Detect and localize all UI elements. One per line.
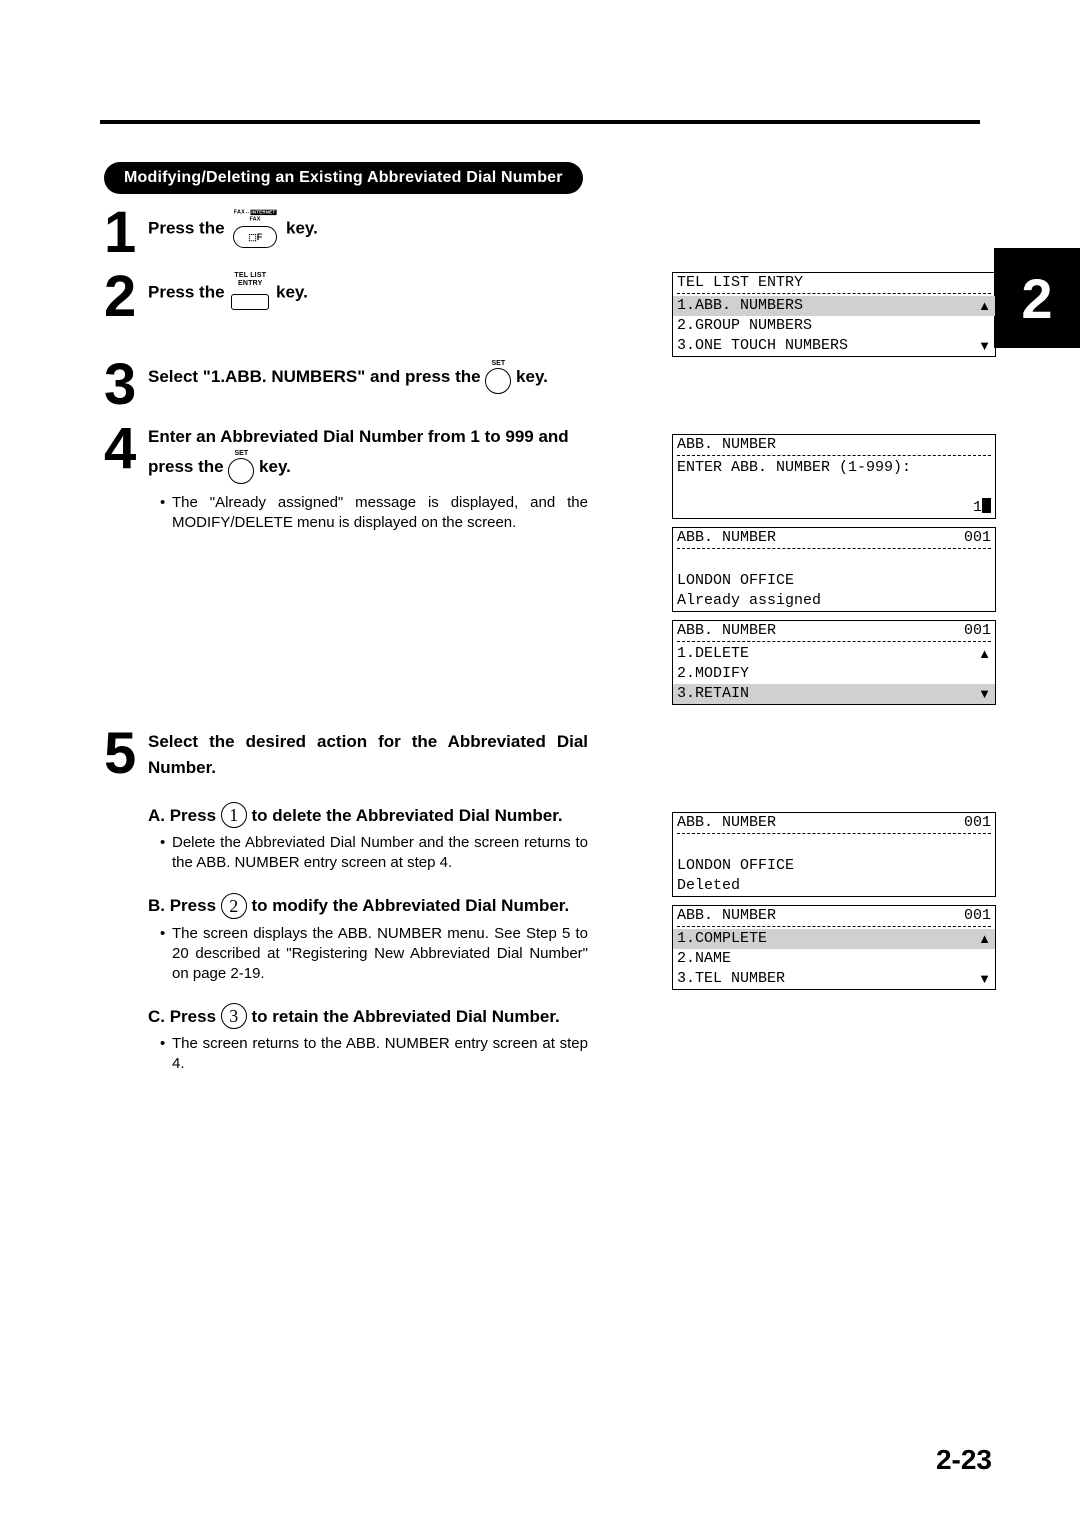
step-number: 3 [104, 356, 148, 414]
substep-bullet: The screen displays the ABB. NUMBER menu… [160, 924, 588, 984]
step-text: Press the [148, 218, 229, 237]
set-key-icon: SET [485, 360, 511, 395]
top-rule [100, 120, 980, 124]
chapter-tab: 2 [994, 248, 1080, 348]
step-text: Select the desired action for the Abbrev… [148, 729, 588, 781]
step-text: Enter an Abbreviated Dial Number from 1 … [148, 427, 569, 476]
fax-key-icon: FAX↔INTERNETFAX ⬚F [229, 208, 281, 250]
substep-C: C. Press 3 to retain the Abbreviated Dia… [148, 1004, 588, 1075]
lcd-abb-entry: ABB. NUMBER ENTER ABB. NUMBER (1-999): 1… [672, 434, 996, 713]
step-text: Press the [148, 282, 229, 301]
substep-B: B. Press 2 to modify the Abbreviated Dia… [148, 893, 588, 984]
lcd-tel-list: TEL LIST ENTRY 1.ABB. NUMBERS▲ 2.GROUP N… [672, 272, 996, 365]
manual-page: 2 Modifying/Deleting an Existing Abbrevi… [0, 0, 1080, 1526]
digit-1-key-icon: 1 [221, 802, 247, 828]
step-3: 3 Select "1.ABB. NUMBERS" and press the … [104, 356, 976, 414]
step-number: 1 [104, 204, 148, 262]
page-number: 2-23 [936, 1444, 992, 1476]
step-number: 2 [104, 268, 148, 326]
step-number: 4 [104, 420, 148, 533]
step-text: Select "1.ABB. NUMBERS" and press the [148, 367, 485, 386]
section-heading: Modifying/Deleting an Existing Abbreviat… [104, 162, 583, 194]
tel-list-entry-key-icon: TEL LIST ENTRY [229, 272, 271, 314]
substep-A: A. Press 1 to delete the Abbreviated Dia… [148, 803, 588, 874]
digit-2-key-icon: 2 [221, 893, 247, 919]
step-number: 5 [104, 725, 148, 1075]
step-text: key. [276, 282, 308, 301]
step-text: key. [286, 218, 318, 237]
step-1: 1 Press the FAX↔INTERNETFAX ⬚F key. [104, 204, 976, 262]
step-text: key. [516, 367, 548, 386]
lcd-deleted: ABB. NUMBER001 LONDON OFFICE Deleted ABB… [672, 812, 996, 998]
substep-bullet: Delete the Abbreviated Dial Number and t… [160, 833, 588, 873]
step-bullet: The "Already assigned" message is displa… [160, 493, 588, 533]
substep-bullet: The screen returns to the ABB. NUMBER en… [160, 1034, 588, 1074]
content-area: 1 Press the FAX↔INTERNETFAX ⬚F key. 2 Pr… [104, 196, 976, 1074]
set-key-icon: SET [228, 450, 254, 485]
digit-3-key-icon: 3 [221, 1003, 247, 1029]
